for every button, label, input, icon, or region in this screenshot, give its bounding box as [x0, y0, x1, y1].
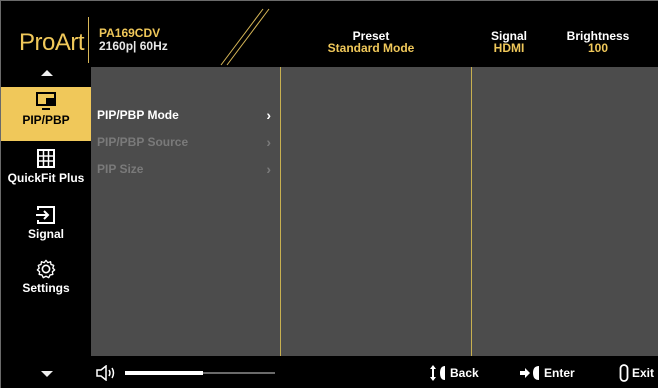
signal-value: HDMI [493, 41, 525, 55]
detail-column [473, 67, 658, 356]
sidebar: PIP/PBP QuickFit Plus Signal Settings [1, 67, 91, 388]
exit-button[interactable]: Exit [619, 364, 654, 382]
joystick-updown-icon [430, 365, 445, 381]
sidebar-item-pip-pbp[interactable]: PIP/PBP [1, 87, 91, 141]
sidebar-item-label: Signal [27, 227, 64, 241]
osd-window: ProArt PA169CDV 2160p| 60Hz Preset Stand… [0, 0, 658, 388]
menu-item-label: PIP/PBP Mode [97, 108, 179, 122]
sidebar-item-quickfit-plus[interactable]: QuickFit Plus [1, 145, 91, 199]
back-label: Back [450, 366, 479, 380]
brightness-value: 100 [587, 41, 609, 55]
sidebar-item-label: QuickFit Plus [7, 171, 85, 185]
chevron-right-icon: › [266, 107, 271, 123]
sidebar-item-label: Settings [22, 281, 70, 295]
menu-item-label: PIP Size [97, 162, 144, 176]
back-button[interactable]: Back [429, 364, 479, 382]
chevron-right-icon: › [266, 134, 271, 150]
volume-slider-fill [125, 371, 203, 375]
brightness-status: Brightness 100 [558, 30, 638, 54]
input-icon [36, 206, 55, 224]
preset-value: Standard Mode [327, 41, 415, 55]
menu-item-label: PIP/PBP Source [97, 135, 189, 149]
volume-slider[interactable] [125, 371, 275, 375]
button-pill-icon [619, 364, 629, 382]
grid-icon [37, 149, 55, 168]
options-column [282, 67, 472, 356]
preset-status: Preset Standard Mode [301, 30, 441, 54]
header-divider [88, 17, 89, 63]
bottom-bar: Back Enter Exit [91, 356, 658, 388]
brand-logo: ProArt [19, 29, 85, 56]
enter-label: Enter [544, 366, 575, 380]
exit-label: Exit [632, 366, 655, 380]
decorative-slashes [220, 8, 270, 66]
scroll-down-icon[interactable] [41, 371, 53, 377]
resolution-text: 2160p| 60Hz [99, 39, 168, 53]
sidebar-item-signal[interactable]: Signal [1, 201, 91, 255]
chevron-right-icon: › [266, 161, 271, 177]
monitor-icon [36, 92, 56, 110]
menu-item-pip-size: PIP Size › [97, 159, 277, 179]
joystick-right-icon [520, 366, 539, 380]
submenu-column: PIP/PBP Mode › PIP/PBP Source › PIP Size… [91, 67, 281, 356]
menu-item-pip-pbp-source: PIP/PBP Source › [97, 132, 277, 152]
speaker-icon [96, 365, 115, 381]
sidebar-item-settings[interactable]: Settings [1, 255, 91, 309]
enter-button[interactable]: Enter [519, 364, 575, 382]
signal-status: Signal HDMI [479, 30, 539, 54]
sidebar-item-label: PIP/PBP [22, 113, 70, 127]
header-bar: ProArt PA169CDV 2160p| 60Hz Preset Stand… [1, 1, 658, 67]
scroll-up-icon[interactable] [41, 70, 53, 76]
gear-icon [36, 259, 56, 279]
menu-item-pip-pbp-mode[interactable]: PIP/PBP Mode › [97, 105, 277, 125]
